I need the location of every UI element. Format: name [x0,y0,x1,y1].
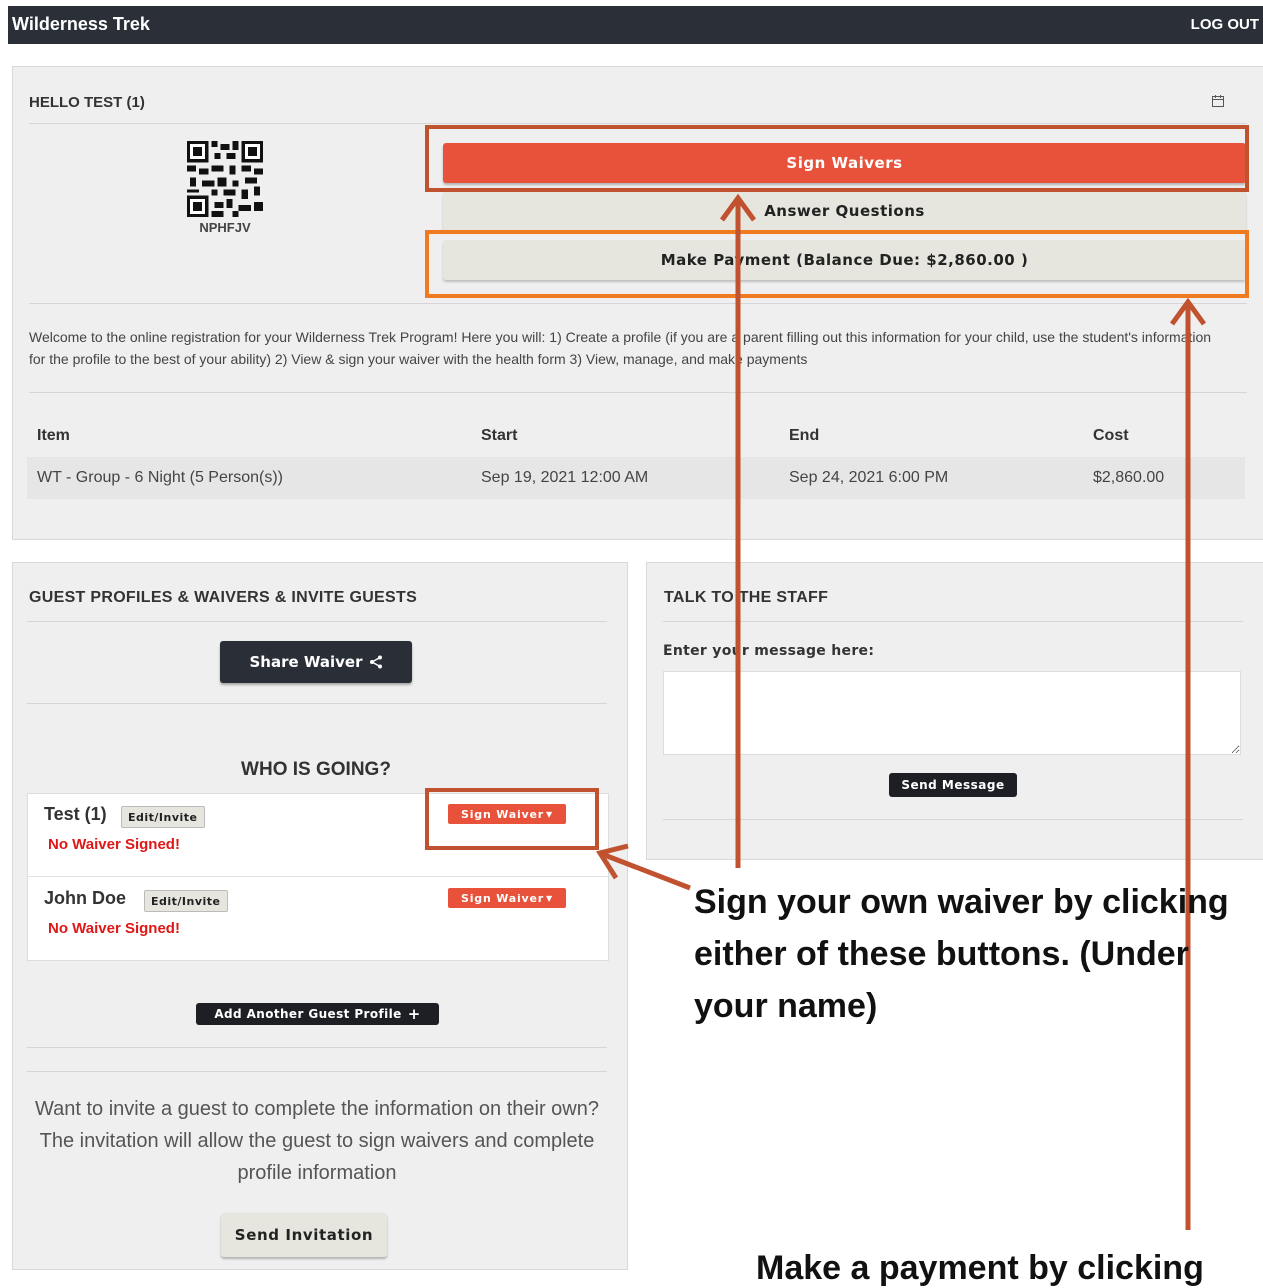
arrow-up-left [719,193,757,868]
arrow-to-sign-waiver [596,843,691,891]
callout-payment: Make a payment by clicking [756,1249,1204,1287]
sign-waiver-highlight [425,788,599,850]
sign-waivers-highlight [425,125,1249,192]
make-payment-highlight [425,230,1249,298]
arrow-up-right [1169,297,1207,1230]
annotation-overlay [425,125,1249,1230]
callout-sign-waiver: Sign your own waiver by clicking either … [694,883,1229,1025]
